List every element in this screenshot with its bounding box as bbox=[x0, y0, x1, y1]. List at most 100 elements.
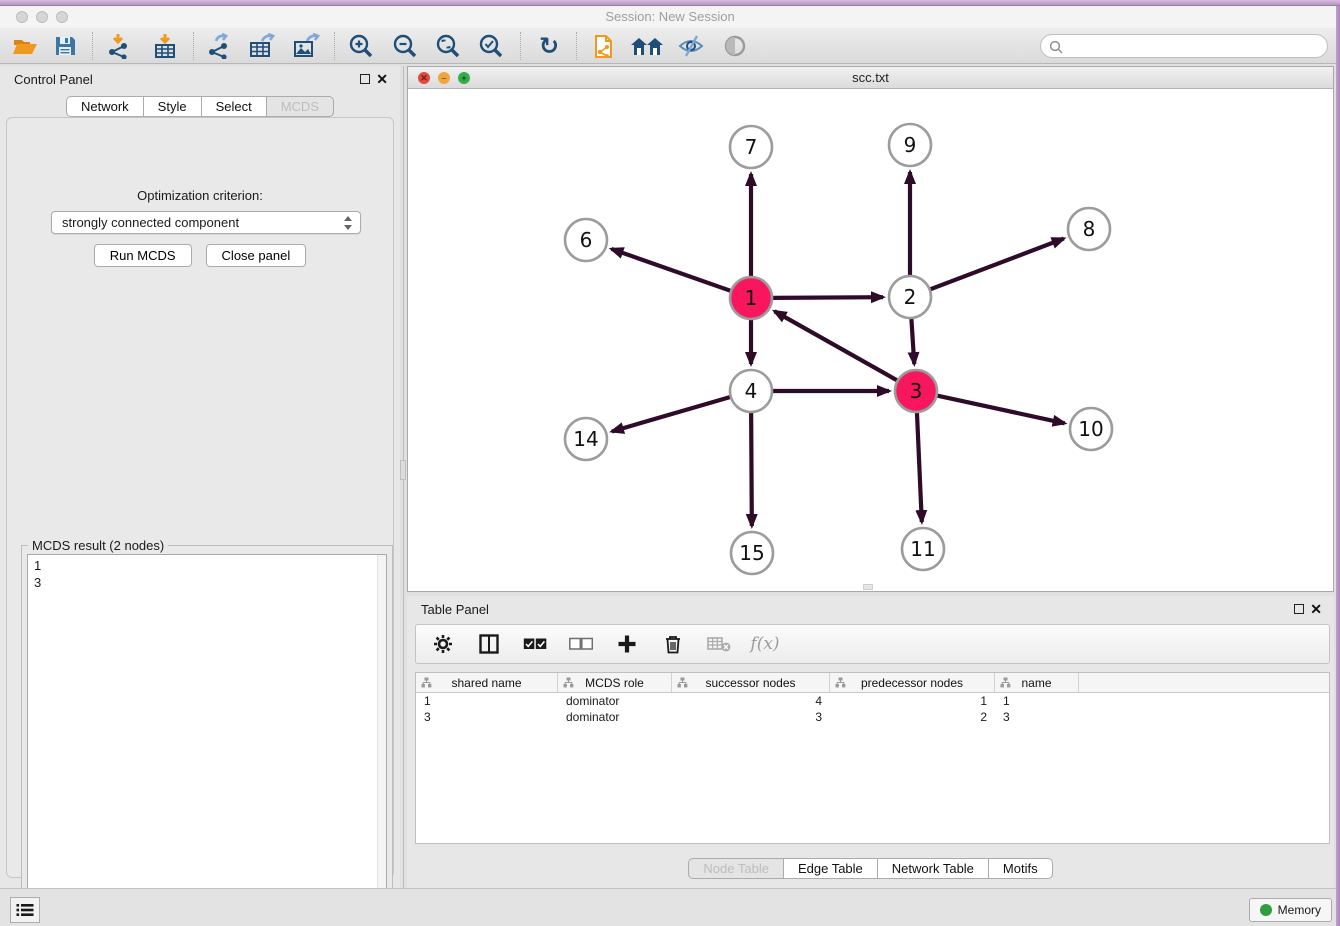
table-cell[interactable]: dominator bbox=[558, 693, 672, 709]
desktop-accent-top bbox=[0, 0, 1340, 6]
import-table-button[interactable] bbox=[148, 31, 182, 61]
graph-edge-3-10[interactable] bbox=[937, 396, 1064, 424]
table-row[interactable]: 1dominator411 bbox=[416, 693, 1329, 709]
trash-icon bbox=[664, 634, 682, 654]
status-bar: Memory bbox=[0, 888, 1340, 926]
zoom-selected-button[interactable] bbox=[474, 31, 508, 61]
mcds-result-values[interactable]: 13 bbox=[27, 554, 387, 918]
toggle-column-panel-button[interactable] bbox=[476, 631, 502, 657]
column-type-icon bbox=[421, 677, 432, 688]
desktop-accent-right bbox=[1336, 0, 1340, 926]
graph-edge-3-1[interactable] bbox=[775, 311, 897, 380]
show-panels-button[interactable] bbox=[10, 897, 40, 923]
table-row[interactable]: 3dominator323 bbox=[416, 709, 1329, 725]
control-panel: Control Panel ✕ NetworkStyleSelectMCDS O… bbox=[0, 66, 400, 888]
toolbar-separator bbox=[193, 32, 194, 60]
add-row-button[interactable] bbox=[614, 631, 640, 657]
graph-edge-1-6[interactable] bbox=[611, 249, 730, 291]
tab-style[interactable]: Style bbox=[144, 96, 202, 117]
table-cell[interactable]: 1 bbox=[830, 693, 995, 709]
tab-node-table[interactable]: Node Table bbox=[688, 858, 784, 879]
graph-edge-2-3[interactable] bbox=[911, 319, 914, 364]
graph-node-label-14: 14 bbox=[573, 427, 598, 451]
column-header-predecessor-nodes[interactable]: predecessor nodes bbox=[830, 673, 995, 692]
zoom-fit-button[interactable] bbox=[431, 31, 465, 61]
float-table-panel-icon[interactable] bbox=[1294, 604, 1304, 614]
graph-edge-3-11[interactable] bbox=[917, 413, 922, 522]
new-network-from-selection-button[interactable] bbox=[586, 31, 620, 61]
graph-edge-1-2[interactable] bbox=[773, 297, 883, 298]
import-table-icon bbox=[152, 33, 178, 59]
deselect-all-rows-button[interactable] bbox=[568, 631, 594, 657]
table-cell[interactable]: 4 bbox=[672, 693, 830, 709]
close-table-panel-icon[interactable]: ✕ bbox=[1310, 600, 1322, 618]
table-cell[interactable]: 3 bbox=[416, 709, 558, 725]
close-panel-button[interactable]: Close panel bbox=[206, 244, 307, 267]
criterion-dropdown[interactable]: strongly connected component bbox=[51, 211, 361, 234]
tab-select[interactable]: Select bbox=[202, 96, 267, 117]
home-pages-button[interactable] bbox=[630, 31, 664, 61]
table-cell[interactable]: 3 bbox=[995, 709, 1079, 725]
save-floppy-icon bbox=[54, 35, 76, 57]
checked-boxes-icon bbox=[523, 637, 547, 651]
column-header-MCDS-role[interactable]: MCDS role bbox=[558, 673, 672, 692]
node-table: shared nameMCDS rolesuccessor nodesprede… bbox=[415, 672, 1330, 844]
graph-edge-4-15[interactable] bbox=[751, 413, 752, 526]
export-table-button[interactable] bbox=[245, 31, 279, 61]
table-cell[interactable]: 2 bbox=[830, 709, 995, 725]
column-header-name[interactable]: name bbox=[995, 673, 1079, 692]
close-panel-icon[interactable]: ✕ bbox=[376, 70, 388, 88]
network-view-window: ✕ – + scc.txt 7968124314101511 bbox=[407, 66, 1334, 592]
memory-button[interactable]: Memory bbox=[1249, 898, 1332, 922]
memory-label: Memory bbox=[1278, 903, 1321, 917]
float-panel-icon[interactable] bbox=[360, 74, 370, 84]
control-panel-tabs: NetworkStyleSelectMCDS bbox=[0, 96, 400, 117]
show-graphics-details-button[interactable] bbox=[718, 31, 752, 61]
select-all-rows-button[interactable] bbox=[522, 631, 548, 657]
run-mcds-button[interactable]: Run MCDS bbox=[94, 244, 192, 267]
graph-edge-4-14[interactable] bbox=[612, 397, 730, 431]
save-session-button[interactable] bbox=[48, 31, 82, 61]
open-session-button[interactable] bbox=[8, 31, 42, 61]
zoom-in-icon bbox=[348, 33, 374, 59]
result-scrollbar[interactable] bbox=[377, 555, 386, 917]
column-header-successor-nodes[interactable]: successor nodes bbox=[672, 673, 830, 692]
table-cell[interactable]: 1 bbox=[995, 693, 1079, 709]
column-header-shared-name[interactable]: shared name bbox=[416, 673, 558, 692]
search-input[interactable] bbox=[1067, 36, 1317, 56]
zoom-in-button[interactable] bbox=[344, 31, 378, 61]
tab-network-table[interactable]: Network Table bbox=[878, 858, 989, 879]
graph-edge-2-8[interactable] bbox=[931, 239, 1064, 290]
panel-splitter-handle[interactable] bbox=[400, 460, 406, 480]
delete-rows-button[interactable] bbox=[660, 631, 686, 657]
tab-mcds[interactable]: MCDS bbox=[267, 96, 334, 117]
export-image-button[interactable] bbox=[289, 31, 323, 61]
network-splitter-handle[interactable] bbox=[863, 584, 873, 590]
search-field[interactable] bbox=[1040, 34, 1328, 58]
table-toolbar: f(x) bbox=[415, 624, 1330, 664]
hide-graphics-details-button[interactable] bbox=[674, 31, 708, 61]
apply-function-button[interactable]: f(x) bbox=[752, 631, 778, 657]
delete-table-button[interactable] bbox=[706, 631, 732, 657]
table-cell[interactable]: 1 bbox=[416, 693, 558, 709]
table-cell[interactable]: dominator bbox=[558, 709, 672, 725]
network-file-icon bbox=[590, 32, 616, 60]
toolbar-separator bbox=[92, 32, 93, 60]
refresh-icon: ↻ bbox=[539, 32, 559, 60]
optimization-criterion-label: Optimization criterion: bbox=[7, 188, 393, 203]
tab-motifs[interactable]: Motifs bbox=[989, 858, 1053, 879]
export-network-button[interactable] bbox=[202, 31, 236, 61]
refresh-view-button[interactable]: ↻ bbox=[532, 31, 566, 61]
column-type-icon bbox=[1000, 677, 1011, 688]
unchecked-boxes-icon bbox=[569, 637, 593, 651]
graph-node-label-3: 3 bbox=[910, 379, 923, 403]
table-settings-button[interactable] bbox=[430, 631, 456, 657]
window-title: Session: New Session bbox=[0, 9, 1340, 24]
import-network-button[interactable] bbox=[102, 31, 136, 61]
tab-network[interactable]: Network bbox=[66, 96, 144, 117]
zoom-out-button[interactable] bbox=[388, 31, 422, 61]
network-canvas[interactable]: 7968124314101511 bbox=[408, 89, 1333, 591]
table-cell[interactable]: 3 bbox=[672, 709, 830, 725]
toolbar-separator bbox=[334, 32, 335, 60]
tab-edge-table[interactable]: Edge Table bbox=[784, 858, 878, 879]
